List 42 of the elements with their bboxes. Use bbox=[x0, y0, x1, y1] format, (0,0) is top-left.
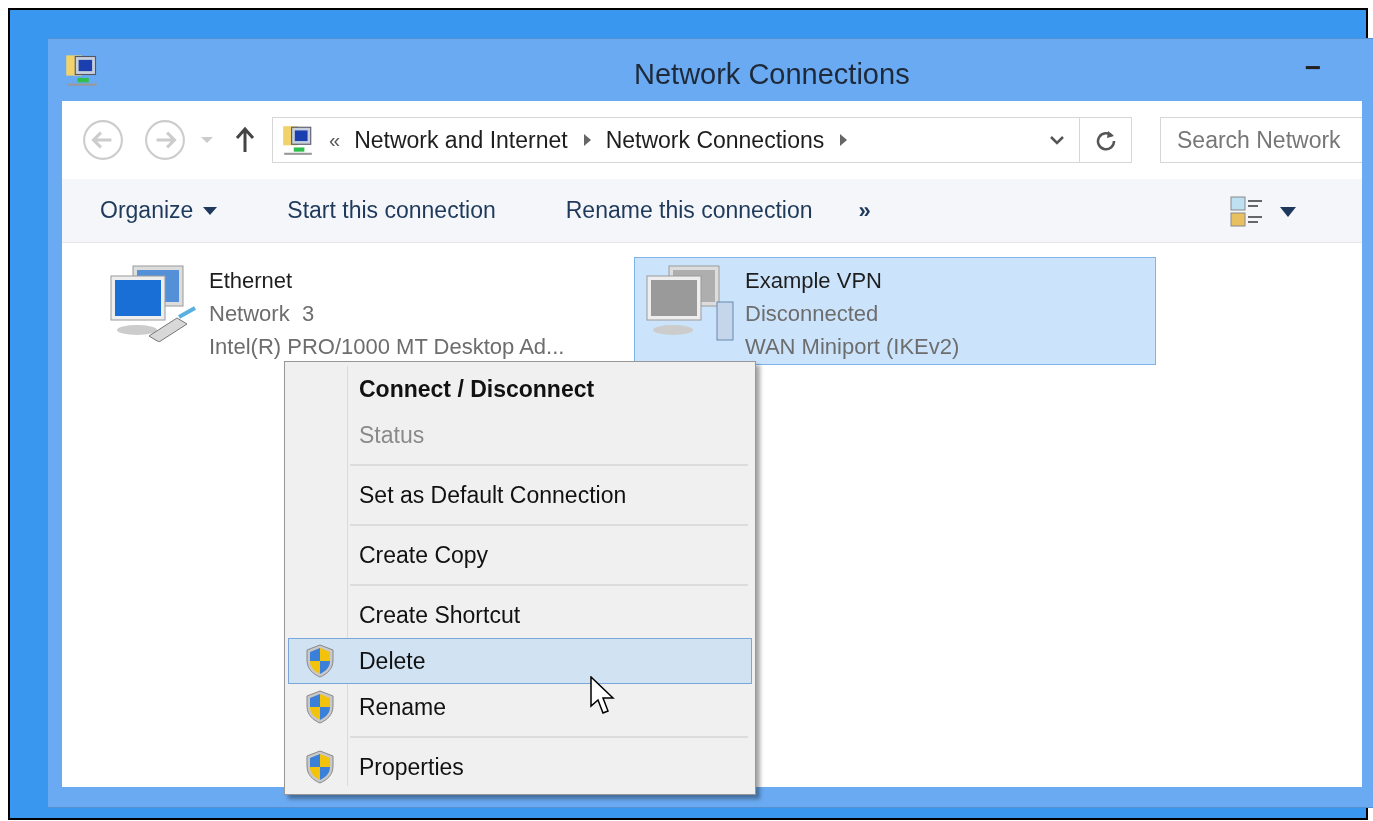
connection-status: Network 3 bbox=[209, 300, 316, 328]
caret-icon[interactable] bbox=[1280, 207, 1296, 217]
refresh-icon bbox=[1094, 129, 1117, 151]
network-folder-icon bbox=[281, 123, 315, 157]
shield-icon bbox=[305, 750, 335, 784]
menu-item[interactable]: Connect / Disconnect bbox=[288, 366, 752, 412]
shield-icon bbox=[305, 644, 335, 678]
mouse-pointer-icon bbox=[590, 676, 616, 716]
breadcrumb-item[interactable]: Network Connections bbox=[605, 122, 825, 158]
connection-name: Example VPN bbox=[745, 267, 883, 295]
toolbar-button[interactable]: Organize bbox=[100, 193, 218, 228]
more-commands-button[interactable]: » bbox=[858, 194, 871, 227]
computers-server-icon bbox=[643, 262, 735, 342]
view-options-icon[interactable] bbox=[1230, 195, 1264, 229]
chevron-right-icon[interactable] bbox=[838, 133, 849, 147]
breadcrumb-overflow[interactable]: « bbox=[329, 125, 341, 155]
menu-item[interactable]: Properties bbox=[288, 744, 752, 790]
menu-item[interactable]: Set as Default Connection bbox=[288, 472, 752, 518]
connection-name: Ethernet bbox=[209, 267, 294, 295]
shield-icon bbox=[305, 690, 335, 724]
chevron-right-icon[interactable] bbox=[581, 133, 592, 147]
menu-item[interactable]: Rename bbox=[288, 684, 752, 730]
up-arrow-icon[interactable] bbox=[234, 126, 256, 154]
connection-device: Intel(R) PRO/1000 MT Desktop Ad... bbox=[209, 333, 565, 361]
menu-item[interactable]: Create Copy bbox=[288, 532, 752, 578]
menu-item[interactable]: Delete bbox=[288, 638, 752, 684]
computers-cable-icon bbox=[107, 262, 199, 342]
toolbar-button[interactable]: Rename this connection bbox=[565, 193, 813, 228]
connection-device: WAN Miniport (IKEv2) bbox=[745, 333, 960, 361]
window-title: Network Connections bbox=[634, 57, 910, 92]
connection-item[interactable]: Ethernet Network 3 Intel(R) PRO/1000 MT Desktop Ad... bbox=[98, 257, 620, 365]
connection-status: Disconnected bbox=[745, 300, 880, 328]
network-folder-icon bbox=[64, 52, 100, 88]
caret-icon bbox=[203, 206, 218, 215]
minimize-button[interactable]: − bbox=[1288, 47, 1338, 87]
menu-item[interactable]: Create Shortcut bbox=[288, 592, 752, 638]
connection-item[interactable]: Example VPN Disconnected WAN Miniport (IKEv2) bbox=[634, 257, 1156, 365]
breadcrumb-item[interactable]: Network and Internet bbox=[354, 122, 568, 158]
toolbar-button[interactable]: Start this connection bbox=[287, 193, 496, 228]
address-bar[interactable]: « Network and Internet Network Connections bbox=[272, 117, 1132, 163]
chevron-down-icon[interactable] bbox=[1049, 134, 1065, 146]
search-field[interactable]: Search Network bbox=[1160, 117, 1362, 163]
